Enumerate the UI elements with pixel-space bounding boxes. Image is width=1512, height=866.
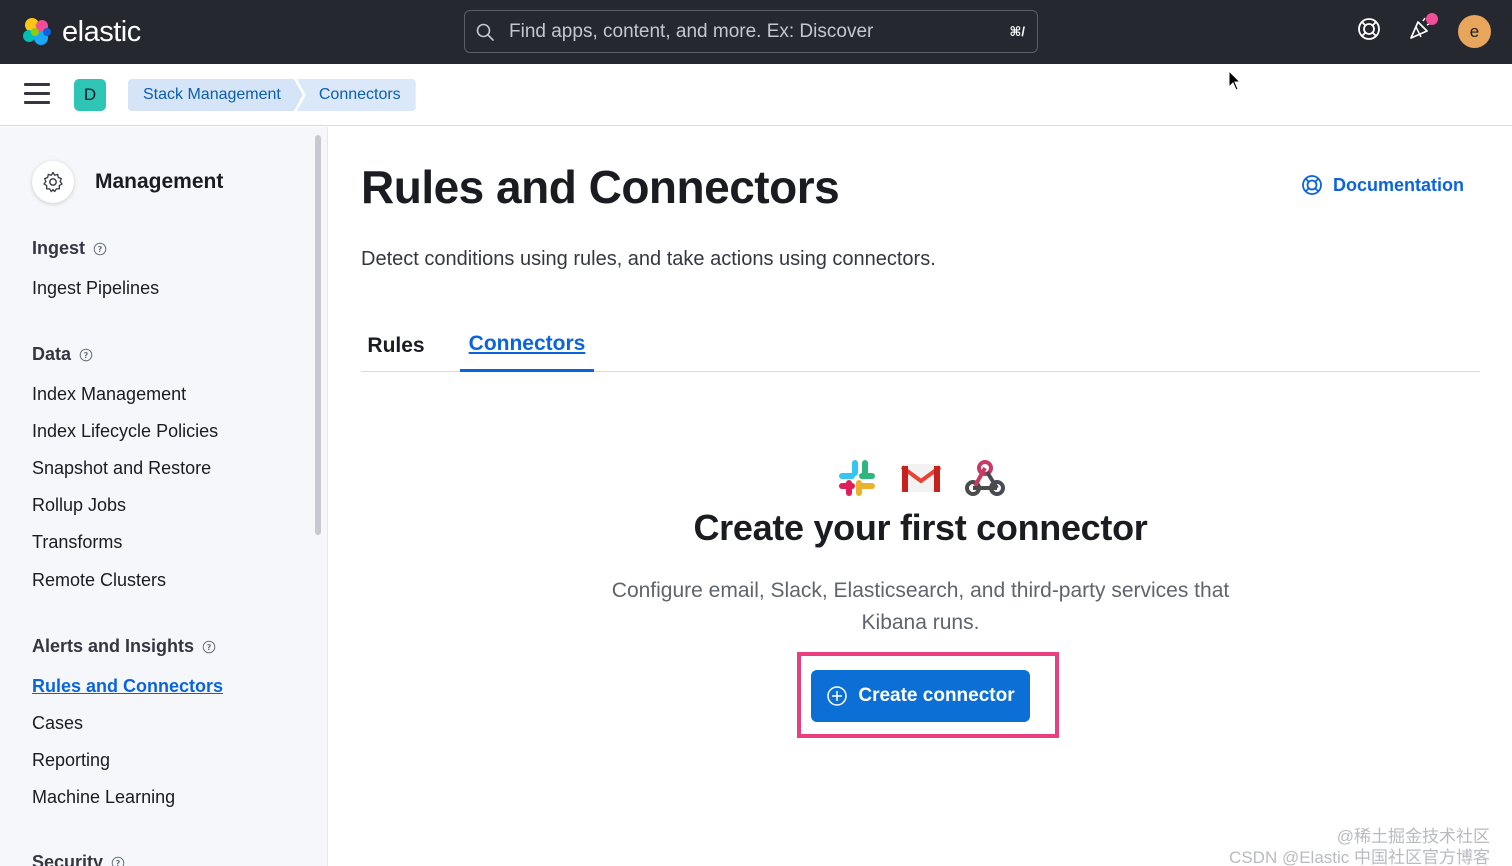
global-search[interactable]: ⌘/ <box>464 10 1038 53</box>
management-gear-icon <box>32 161 74 203</box>
sidebar-title: Management <box>95 170 224 193</box>
tab-rules[interactable]: Rules <box>361 319 431 372</box>
tabs: Rules Connectors <box>361 319 1480 372</box>
sidebar-group-label: Ingest <box>32 238 86 258</box>
page-description: Detect conditions using rules, and take … <box>361 248 936 270</box>
breadcrumb-stack-management[interactable]: Stack Management <box>128 79 303 111</box>
svg-text:?: ? <box>116 859 121 866</box>
tab-connectors[interactable]: Connectors <box>460 319 594 372</box>
sidebar-item-reporting[interactable]: Reporting <box>32 750 110 771</box>
create-connector-label: Create connector <box>858 685 1015 706</box>
breadcrumb-bar: D Stack Management Connectors <box>0 64 1512 126</box>
slack-icon <box>839 460 875 496</box>
search-icon <box>476 23 494 41</box>
sidebar-group-security: Security ? <box>32 852 125 866</box>
connector-logos <box>835 456 1007 500</box>
brand-name: elastic <box>62 15 141 48</box>
question-icon[interactable]: ? <box>93 242 107 256</box>
sidebar-group-label: Alerts and Insights <box>32 636 195 656</box>
gmail-icon <box>900 464 942 492</box>
empty-state-description: Configure email, Slack, Elasticsearch, a… <box>611 579 1230 634</box>
help-icon <box>1302 175 1322 195</box>
documentation-link[interactable]: Documentation <box>1301 174 1464 196</box>
svg-text:?: ? <box>207 643 212 652</box>
mouse-cursor-icon <box>1228 70 1242 91</box>
sidebar-scrollbar[interactable] <box>315 135 321 535</box>
management-sidebar: Management Ingest ? Ingest Pipelines Dat… <box>0 127 328 866</box>
empty-state-title: Create your first connector <box>693 507 1148 548</box>
sidebar-group-data: Data ? <box>32 344 93 365</box>
sidebar-group-alerts-and-insights: Alerts and Insights ? <box>32 636 216 657</box>
search-input[interactable] <box>495 11 1010 52</box>
sidebar-item-index-lifecycle-policies[interactable]: Index Lifecycle Policies <box>32 421 218 442</box>
sidebar-item-ingest-pipelines[interactable]: Ingest Pipelines <box>32 278 159 299</box>
sidebar-item-remote-clusters[interactable]: Remote Clusters <box>32 570 166 591</box>
sidebar-item-rollup-jobs[interactable]: Rollup Jobs <box>32 495 126 516</box>
sidebar-header: Management <box>32 161 223 203</box>
help-icon[interactable] <box>1356 16 1382 42</box>
sidebar-item-transforms[interactable]: Transforms <box>32 532 122 553</box>
documentation-label: Documentation <box>1333 174 1465 195</box>
plus-circle-icon <box>827 686 848 706</box>
svg-text:?: ? <box>98 245 103 254</box>
elastic-logo[interactable]: elastic <box>20 14 160 50</box>
sidebar-item-cases[interactable]: Cases <box>32 713 83 734</box>
sidebar-group-ingest: Ingest ? <box>32 238 107 259</box>
elastic-logo-icon <box>23 18 51 45</box>
menu-toggle-icon[interactable] <box>24 83 50 107</box>
page-title: Rules and Connectors <box>361 161 840 213</box>
svg-text:?: ? <box>84 351 89 360</box>
main-content: Rules and Connectors Documentation Detec… <box>329 127 1512 866</box>
sidebar-group-label: Security <box>32 852 104 866</box>
top-header: elastic ⌘/ e <box>0 0 1512 64</box>
question-icon[interactable]: ? <box>79 348 93 362</box>
sidebar-group-label: Data <box>32 344 72 364</box>
space-avatar[interactable]: D <box>74 79 106 111</box>
search-shortcut-hint: ⌘/ <box>1009 23 1025 39</box>
breadcrumb: Stack Management Connectors <box>128 79 416 111</box>
sidebar-item-index-management[interactable]: Index Management <box>32 384 186 405</box>
sidebar-item-snapshot-and-restore[interactable]: Snapshot and Restore <box>32 458 211 479</box>
watermark-line-2: CSDN @Elastic 中国社区官方博客 <box>1229 848 1490 866</box>
create-connector-button[interactable]: Create connector <box>811 670 1030 722</box>
notification-dot <box>1426 13 1438 25</box>
sidebar-item-rules-and-connectors[interactable]: Rules and Connectors <box>32 676 223 697</box>
sidebar-item-machine-learning[interactable]: Machine Learning <box>32 787 175 808</box>
webhook-icon <box>965 460 1005 496</box>
user-avatar[interactable]: e <box>1458 15 1491 48</box>
question-icon[interactable]: ? <box>111 856 125 866</box>
breadcrumb-connectors[interactable]: Connectors <box>296 79 416 111</box>
question-icon[interactable]: ? <box>202 640 216 654</box>
